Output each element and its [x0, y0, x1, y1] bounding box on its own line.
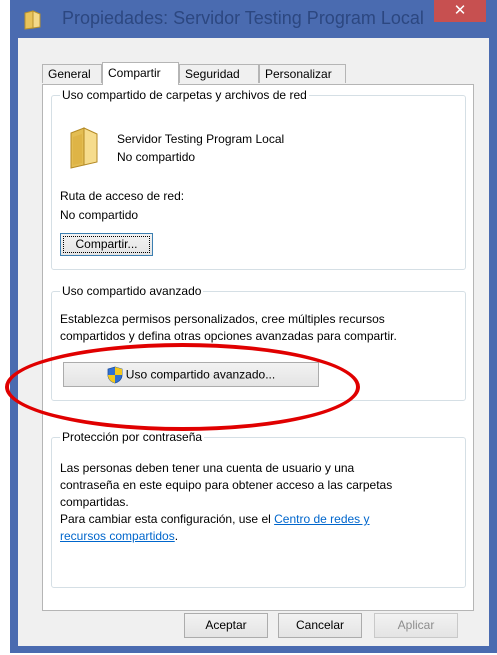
tab-compartir[interactable]: Compartir: [102, 62, 179, 85]
password-text-line5: recursos compartidos.: [60, 529, 178, 543]
uac-shield-icon: [107, 366, 123, 384]
sentence-period: .: [174, 529, 179, 543]
tab-seguridad[interactable]: Seguridad: [179, 64, 259, 83]
tab-personalizar[interactable]: Personalizar: [259, 64, 346, 83]
network-path-label: Ruta de acceso de red:: [60, 189, 185, 203]
password-text-line1: Las personas deben tener una cuenta de u…: [60, 461, 355, 475]
password-protection-group: Protección por contraseña Las personas d…: [51, 430, 466, 588]
ok-button[interactable]: Aceptar: [184, 613, 268, 638]
network-sharing-legend: Uso compartido de carpetas y archivos de…: [60, 88, 309, 102]
advanced-sharing-legend: Uso compartido avanzado: [60, 284, 204, 298]
network-center-link-part1[interactable]: Centro de redes y: [274, 512, 369, 526]
dialog-client: General Compartir Seguridad Personalizar…: [18, 38, 489, 646]
close-button[interactable]: ✕: [434, 0, 486, 22]
password-text-line3: compartidas.: [60, 495, 129, 509]
share-button[interactable]: Compartir...: [60, 233, 153, 256]
password-protection-legend: Protección por contraseña: [60, 430, 205, 444]
folder-name: Servidor Testing Program Local: [117, 132, 285, 146]
folder-icon: [24, 10, 42, 30]
password-text-line2: contraseña en este equipo para obtener a…: [60, 478, 393, 492]
tab-general[interactable]: General: [42, 64, 102, 83]
apply-button[interactable]: Aplicar: [374, 613, 458, 638]
title-bar[interactable]: Propiedades: Servidor Testing Program Lo…: [10, 0, 497, 38]
advanced-sharing-button[interactable]: Uso compartido avanzado...: [63, 362, 319, 387]
properties-window: Propiedades: Servidor Testing Program Lo…: [10, 0, 497, 653]
advanced-sharing-button-label: Uso compartido avanzado...: [125, 367, 276, 382]
password-change-text: Para cambiar esta configuración, use el: [60, 512, 271, 526]
focus-rect: [63, 236, 150, 253]
folder-icon: [69, 127, 99, 169]
window-title: Propiedades: Servidor Testing Program Lo…: [62, 8, 424, 28]
tab-panel: Uso compartido de carpetas y archivos de…: [42, 84, 474, 611]
advanced-sharing-group: Uso compartido avanzado Establezca permi…: [51, 284, 466, 401]
network-sharing-group: Uso compartido de carpetas y archivos de…: [51, 88, 466, 270]
folder-status: No compartido: [117, 150, 196, 164]
advanced-description-line2: compartidos y defina otras opciones avan…: [60, 329, 397, 343]
cancel-button[interactable]: Cancelar: [278, 613, 362, 638]
advanced-description-line1: Establezca permisos personalizados, cree…: [60, 312, 385, 326]
network-path-value: No compartido: [60, 208, 139, 222]
password-text-line4: Para cambiar esta configuración, use el …: [60, 512, 370, 526]
network-center-link-part2[interactable]: recursos compartidos: [60, 529, 175, 543]
